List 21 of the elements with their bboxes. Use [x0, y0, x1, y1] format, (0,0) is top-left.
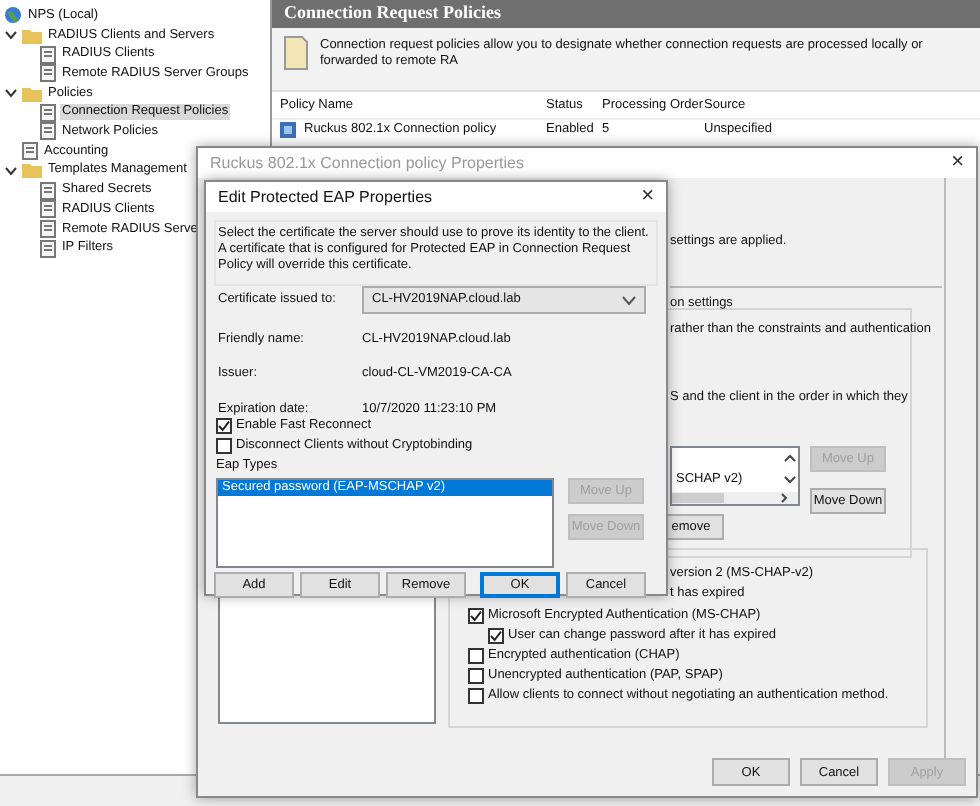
policy-icon — [280, 121, 296, 138]
checkbox[interactable] — [468, 668, 484, 684]
checkbox[interactable] — [468, 688, 484, 704]
close-button[interactable]: × — [641, 186, 654, 208]
chevron-icon — [622, 295, 636, 305]
checkbox[interactable] — [216, 438, 232, 454]
window-title: Edit Protected EAP Properties — [218, 187, 433, 207]
checkbox[interactable] — [468, 648, 484, 664]
folder-icon — [22, 85, 42, 102]
scrollbar-drawing — [672, 492, 798, 504]
checkbox[interactable] — [488, 628, 504, 644]
panel-header: Connection Request Policies — [272, 0, 980, 28]
scroll-up-icon — [784, 454, 796, 462]
scroll-down-icon — [784, 476, 796, 484]
window-title: Ruckus 802.1x Connection policy Properties — [210, 153, 524, 173]
globe-icon — [4, 6, 22, 25]
checkbox[interactable] — [468, 608, 484, 624]
folder-icon — [22, 27, 42, 44]
checkbox[interactable] — [216, 418, 232, 434]
folder-icon — [22, 162, 42, 179]
document-icon — [284, 36, 308, 70]
